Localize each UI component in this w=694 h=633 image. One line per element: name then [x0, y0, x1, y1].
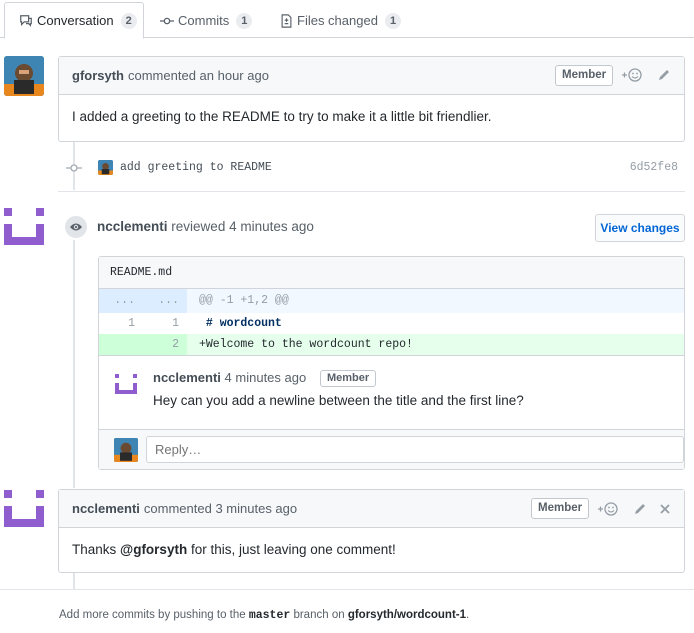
timeline-line — [73, 572, 75, 590]
push-hint-text: Add more commits by pushing to the — [59, 609, 249, 621]
timeline-line — [73, 240, 75, 488]
pencil-icon[interactable] — [657, 68, 671, 85]
line-number-right[interactable]: 1 — [143, 313, 179, 334]
avatar-ncclementi[interactable] — [115, 374, 137, 394]
tab-commits-count: 1 — [236, 12, 253, 29]
file-name[interactable]: README.md — [99, 257, 684, 289]
divider — [58, 191, 685, 192]
push-hint-text: . — [466, 609, 470, 621]
diff-code: +Welcome to the wordcount repo! — [199, 338, 413, 351]
diff-hunk-header: ... ... @@ -1 +1,2 @@ — [99, 289, 684, 313]
comment-body: Thanks @gforsyth for this, just leaving … — [59, 528, 684, 571]
member-badge: Member — [320, 370, 377, 387]
avatar-ncclementi[interactable] — [4, 208, 44, 245]
hunk-left-expander[interactable]: ... — [99, 289, 135, 313]
comment-timestamp[interactable]: commented 3 minutes ago — [144, 501, 297, 516]
inline-comment-author[interactable]: ncclementi — [153, 370, 221, 385]
tab-files-changed[interactable]: Files changed 1 — [280, 2, 402, 39]
tab-conversation-count: 2 — [120, 12, 137, 29]
tab-conversation[interactable]: Conversation 2 — [4, 2, 144, 39]
avatar-gforsyth[interactable] — [4, 56, 44, 96]
tab-files-changed-label: Files changed — [297, 13, 378, 28]
commit-message[interactable]: add greeting to README — [120, 161, 272, 174]
smiley-icon[interactable] — [597, 501, 619, 520]
review-author[interactable]: ncclementi — [97, 219, 168, 234]
pr-tabs: Conversation 2 Commits 1 Files changed 1 — [0, 0, 694, 39]
line-number-right[interactable]: 2 — [143, 334, 179, 355]
conversation-icon — [20, 14, 32, 27]
comment-body: I added a greeting to the README to try … — [72, 109, 492, 124]
inline-comment-body: Hey can you add a newline between the ti… — [153, 393, 524, 408]
diff-line: 1 1 # wordcount — [99, 313, 684, 334]
eye-icon — [63, 214, 89, 240]
review-timestamp[interactable]: reviewed 4 minutes ago — [171, 219, 314, 234]
hunk-text: @@ -1 +1,2 @@ — [199, 294, 289, 307]
diff-line-added: 2 +Welcome to the wordcount repo! — [99, 334, 684, 355]
comment-gforsyth: gforsyth commented an hour ago Member I … — [58, 56, 685, 142]
avatar-ncclementi[interactable] — [4, 490, 44, 527]
diff-code: # wordcount — [199, 317, 282, 330]
smiley-icon[interactable] — [621, 67, 643, 86]
commit-icon — [160, 17, 174, 24]
comment-author[interactable]: gforsyth — [72, 68, 124, 83]
comment-author[interactable]: ncclementi — [72, 501, 140, 516]
line-number-left[interactable]: 1 — [99, 313, 135, 334]
divider — [0, 589, 694, 590]
commit-entry: add greeting to README 6d52fe8 — [66, 157, 684, 179]
current-user-avatar — [114, 438, 138, 462]
commit-icon — [66, 164, 82, 172]
review-header: ncclementi reviewed 4 minutes ago — [97, 219, 314, 234]
commit-author-avatar[interactable] — [98, 160, 113, 175]
view-changes-button[interactable]: View changes — [595, 214, 685, 242]
comment-header: gforsyth commented an hour ago Member — [59, 57, 684, 95]
pencil-icon[interactable] — [633, 502, 647, 519]
comment-text: Thanks — [72, 542, 121, 557]
file-diff-icon — [281, 13, 292, 28]
hunk-right-expander[interactable]: ... — [143, 289, 179, 313]
inline-comment-timestamp[interactable]: 4 minutes ago — [225, 370, 307, 385]
tab-commits[interactable]: Commits 1 — [160, 2, 253, 39]
member-badge: Member — [531, 498, 590, 519]
inline-comment-header: ncclementi 4 minutes ago — [153, 370, 306, 385]
commit-sha[interactable]: 6d52fe8 — [630, 161, 678, 174]
push-hint-text: branch on — [290, 609, 348, 621]
comment-timestamp[interactable]: commented an hour ago — [128, 68, 269, 83]
close-icon[interactable] — [659, 502, 671, 518]
comment-header: ncclementi commented 3 minutes ago Membe… — [59, 490, 684, 528]
comment-text: for this, just leaving one comment! — [187, 542, 396, 557]
repo-link[interactable]: gforsyth/wordcount-1 — [348, 609, 466, 621]
tab-conversation-label: Conversation — [37, 13, 114, 28]
comment-ncclementi: ncclementi commented 3 minutes ago Membe… — [58, 489, 685, 573]
member-badge: Member — [555, 65, 614, 86]
branch-name: master — [248, 609, 291, 622]
user-mention[interactable]: @gforsyth — [120, 542, 187, 557]
push-hint: Add more commits by pushing to the maste… — [59, 609, 469, 622]
tab-commits-label: Commits — [178, 13, 230, 28]
reply-input[interactable] — [146, 436, 684, 463]
tab-files-changed-count: 1 — [384, 12, 402, 29]
